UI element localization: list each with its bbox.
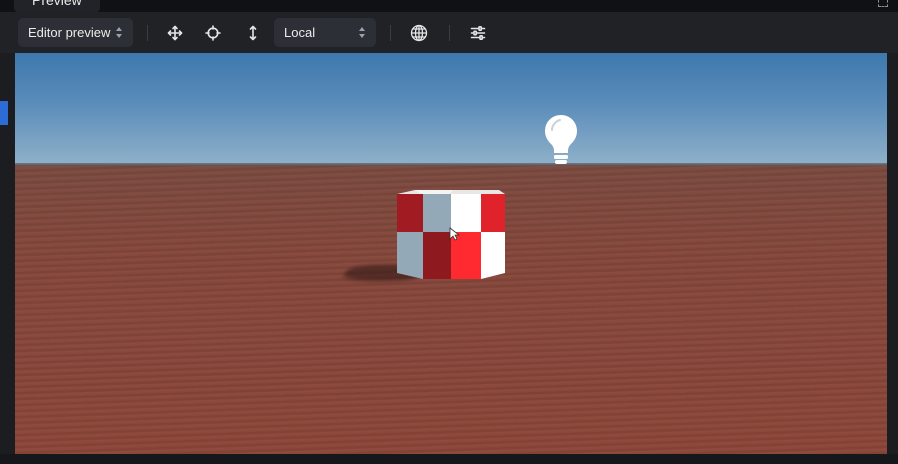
- space-select[interactable]: Local: [274, 18, 376, 47]
- viewport-toolbar: Editor preview Local: [0, 12, 898, 53]
- sky: [15, 53, 887, 164]
- selection-indicator: [0, 101, 8, 125]
- view-settings-button[interactable]: [465, 20, 491, 46]
- checkered-cube[interactable]: [395, 190, 507, 284]
- scene-viewport[interactable]: [15, 53, 887, 454]
- world-space-button[interactable]: [406, 20, 432, 46]
- toolbar-divider: [449, 25, 450, 41]
- chevron-updown-icon: [116, 27, 123, 38]
- tab-preview[interactable]: Preview: [14, 0, 100, 12]
- toolbar-divider: [390, 25, 391, 41]
- sliders-icon: [470, 25, 486, 41]
- view-mode-value: Editor preview: [28, 25, 111, 40]
- horizon: [15, 163, 887, 166]
- move-tool-button[interactable]: [162, 20, 188, 46]
- light-bulb-icon[interactable]: [542, 113, 580, 167]
- rotate-target-icon: [205, 25, 221, 41]
- scale-tool-button[interactable]: [240, 20, 266, 46]
- maximize-icon[interactable]: [878, 0, 888, 7]
- scale-vertical-icon: [249, 25, 257, 41]
- panel-header: Preview: [0, 0, 898, 12]
- space-value: Local: [284, 25, 316, 40]
- toolbar-divider: [147, 25, 148, 41]
- move-icon: [167, 25, 183, 41]
- view-mode-select[interactable]: Editor preview: [18, 18, 133, 47]
- tab-preview-label: Preview: [32, 0, 82, 8]
- chevron-updown-icon: [359, 27, 366, 38]
- globe-icon: [410, 24, 428, 42]
- rotate-tool-button[interactable]: [200, 20, 226, 46]
- bottom-bar: [0, 454, 898, 464]
- right-panel-edge: [887, 53, 898, 454]
